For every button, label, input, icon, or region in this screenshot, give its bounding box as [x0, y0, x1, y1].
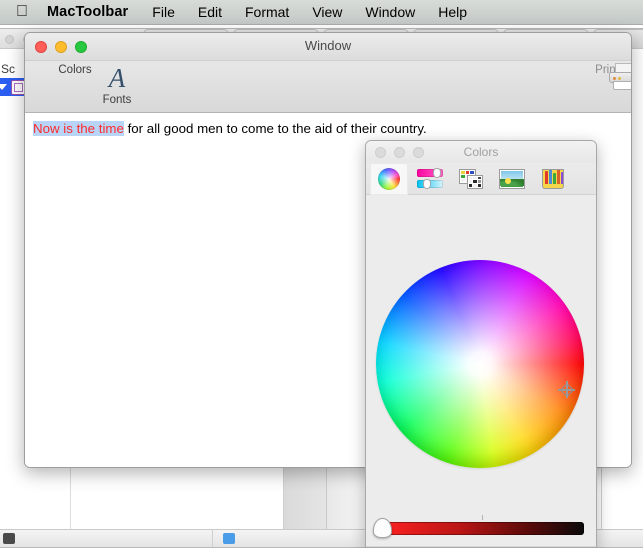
tab-image-palettes[interactable]	[493, 163, 531, 195]
tab-color-wheel[interactable]	[370, 163, 408, 195]
document-rest-text[interactable]: for all good men to come to the aid of t…	[124, 121, 427, 136]
color-wheel-icon	[378, 168, 400, 190]
toolbar-label-colors: Colors	[51, 64, 99, 76]
disclosure-triangle-icon[interactable]	[0, 84, 7, 90]
color-wheel-area[interactable]	[366, 196, 597, 548]
document-toolbar[interactable]: Colors A Fonts Print	[25, 61, 631, 113]
menu-item-help[interactable]: Help	[438, 4, 467, 20]
brightness-slider-track[interactable]	[380, 522, 584, 535]
toolbar-label-fonts: Fonts	[93, 94, 141, 106]
brightness-slider-knob[interactable]	[373, 518, 392, 538]
color-wheel[interactable]	[376, 260, 584, 468]
grid-icon	[3, 533, 15, 544]
menu-item-edit[interactable]: Edit	[198, 4, 222, 20]
pencils-icon	[542, 169, 564, 189]
document-window-title: Window	[25, 38, 631, 53]
document-text[interactable]: Now is the time for all good men to come…	[33, 120, 625, 137]
background-close-button[interactable]	[5, 35, 14, 44]
tab-pencils[interactable]	[534, 163, 572, 195]
color-wheel-marker[interactable]	[558, 381, 575, 398]
tab-color-palettes[interactable]	[452, 163, 490, 195]
colors-panel-tab-strip[interactable]	[366, 163, 596, 195]
letter-a-icon: A	[109, 63, 126, 93]
colors-panel[interactable]: Colors	[365, 140, 597, 548]
menu-app-name[interactable]: MacToolbar	[47, 4, 128, 20]
menu-bar[interactable]:  MacToolbar File Edit Format View Windo…	[0, 0, 643, 25]
window-icon	[223, 533, 235, 544]
landscape-image-icon	[499, 169, 525, 189]
document-window-titlebar[interactable]: Window	[25, 33, 631, 61]
panel-divider	[366, 546, 597, 547]
apple-logo-icon[interactable]: 	[16, 4, 28, 20]
slider-center-tick	[482, 515, 483, 520]
menu-item-format[interactable]: Format	[245, 4, 289, 20]
toolbar-button-colors[interactable]: Colors	[51, 63, 99, 76]
toolbar-button-fonts[interactable]: A Fonts	[93, 63, 141, 106]
tab-color-sliders[interactable]	[411, 163, 449, 195]
menu-item-window[interactable]: Window	[365, 4, 415, 20]
colors-panel-titlebar[interactable]: Colors	[366, 141, 596, 163]
palette-grid-icon	[459, 169, 483, 189]
colors-panel-title: Colors	[366, 145, 596, 159]
document-selected-text[interactable]: Now is the time	[33, 121, 124, 136]
menu-item-view[interactable]: View	[312, 4, 342, 20]
sliders-icon	[417, 169, 443, 189]
background-bottom-item[interactable]	[0, 530, 213, 548]
screen: Sc e nd is ne nd	[0, 0, 643, 548]
menu-item-file[interactable]: File	[152, 4, 175, 20]
toolbar-button-print[interactable]: Print	[583, 63, 631, 76]
brightness-slider-row[interactable]	[366, 514, 597, 544]
